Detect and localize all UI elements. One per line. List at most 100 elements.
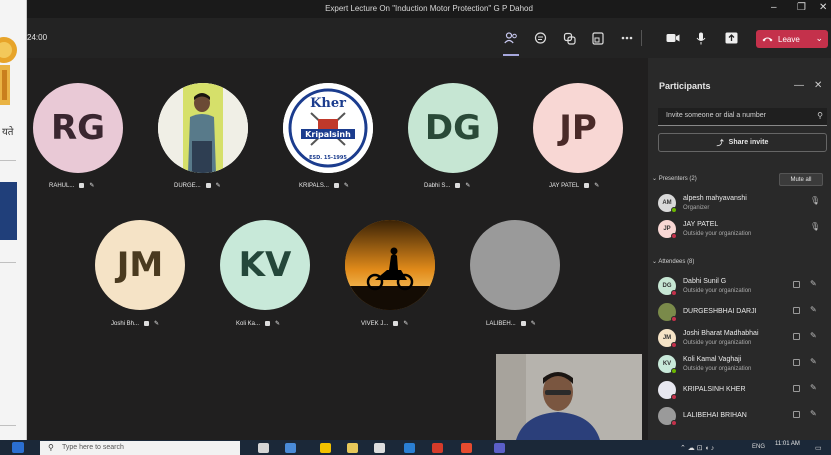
participant-row[interactable]: LALIBEHAI BRIHAN ✎: [658, 405, 828, 431]
self-video-preview[interactable]: [496, 354, 642, 440]
mic-muted-icon[interactable]: ✎: [810, 279, 817, 288]
camera-off-icon: [455, 183, 461, 188]
share-invite-button[interactable]: ⤴ Share invite: [658, 133, 827, 152]
participant-name: Joshi Bh...: [111, 320, 140, 327]
mic-muted-icon[interactable]: ✎: [810, 331, 817, 340]
presence-dot: [671, 342, 677, 348]
title-bar: Expert Lecture On "Induction Motor Prote…: [27, 0, 831, 18]
mic-icon[interactable]: [691, 28, 711, 48]
invite-input[interactable]: Invite someone or dial a number ⚲: [658, 108, 827, 126]
participant-tile-label: DURGE... ✎: [174, 182, 221, 190]
windows-start-icon[interactable]: [12, 442, 24, 453]
participant-tile[interactable]: [158, 83, 248, 173]
attendees-header[interactable]: ⌄ Attendees (8): [652, 258, 694, 265]
participant-row[interactable]: KV Koli Kamal Vaghaji Outside your organiz…: [658, 353, 828, 379]
close-icon[interactable]: ✕: [814, 80, 822, 91]
mic-muted-icon: ✎: [215, 183, 221, 189]
camera-off-icon: [144, 321, 150, 326]
mic-muted-icon: ✎: [89, 183, 95, 189]
chevron-down-icon[interactable]: ⌄: [815, 33, 823, 44]
share-icon[interactable]: [721, 28, 741, 48]
camera-off-icon: [584, 183, 590, 188]
screen: यते Expert Lecture On "Induction Motor P…: [0, 0, 831, 455]
notification-icon[interactable]: ▭: [815, 444, 822, 452]
camera-off-icon: [793, 281, 800, 288]
mute-all-button[interactable]: Mute all: [779, 173, 823, 186]
leave-button[interactable]: Leave ⌄: [756, 30, 828, 48]
taskbar-search-placeholder: Type here to search: [62, 444, 124, 451]
participant-initials: RG: [50, 108, 106, 148]
mic-muted-icon[interactable]: ✎: [810, 383, 817, 392]
mic-muted-icon[interactable]: ✎: [810, 305, 817, 314]
presence-dot: [671, 394, 677, 400]
participant-photo: [158, 83, 248, 173]
svg-text:Kher: Kher: [310, 96, 346, 111]
tray-icons[interactable]: ⌃ ☁ ⊡ ◖ ♪: [680, 444, 714, 452]
background-app-text: यते: [2, 127, 14, 138]
participant-row[interactable]: JP JAY PATEL Outside your organization 🎙: [658, 218, 828, 244]
teams-icon[interactable]: [494, 443, 505, 453]
participant-tile[interactable]: RG: [33, 83, 123, 173]
participant-name: DURGE...: [174, 182, 201, 189]
file-explorer-icon[interactable]: [320, 443, 331, 453]
mic-muted-icon: ✎: [530, 321, 536, 327]
rooms-icon[interactable]: [588, 28, 608, 48]
mic-muted-icon: ✎: [343, 183, 349, 189]
mic-icon[interactable]: 🎙: [810, 196, 820, 205]
camera-off-icon: [793, 307, 800, 314]
task-view-icon[interactable]: [258, 443, 269, 453]
more-icon[interactable]: [617, 28, 637, 48]
mic-muted-icon[interactable]: ✎: [810, 357, 817, 366]
chrome-icon[interactable]: [461, 443, 472, 453]
camera-icon[interactable]: [663, 28, 683, 48]
maximize-button[interactable]: ❐: [797, 2, 806, 13]
participant-initials: JP: [559, 108, 597, 148]
presenters-header[interactable]: ⌄ Presenters (2): [652, 175, 697, 182]
minimize-button[interactable]: –: [771, 2, 777, 13]
participant-row-name: Koli Kamal Vaghaji: [683, 356, 742, 363]
mic-icon[interactable]: 🎙: [810, 222, 820, 231]
popout-icon[interactable]: —: [794, 80, 804, 91]
participant-name: JAY PATEL: [549, 182, 580, 189]
people-icon[interactable]: [501, 28, 521, 48]
participant-row[interactable]: KRIPALSINH KHER ✎: [658, 379, 828, 405]
presence-dot: [671, 420, 677, 426]
participant-tile[interactable]: KV: [220, 220, 310, 310]
self-video-person: [496, 354, 642, 440]
participant-tile[interactable]: Kher Kripalsinh ESD. 15-1995: [283, 83, 373, 173]
divider: [0, 425, 16, 426]
meeting-toolbar: 24:00 Leave ⌄: [27, 18, 831, 58]
reactions-icon[interactable]: [559, 28, 579, 48]
participant-tile-label: Koli Ka... ✎: [236, 320, 280, 328]
participant-tile[interactable]: DG: [408, 83, 498, 173]
participant-row-name: LALIBEHAI BRIHAN: [683, 412, 747, 419]
participant-row[interactable]: AM alpesh mahyavanshi Organizer 🎙: [658, 192, 828, 218]
participant-tile[interactable]: [345, 220, 435, 310]
camera-off-icon: [393, 321, 399, 326]
share-link-icon: ⤴: [716, 139, 724, 147]
participant-row-subtitle: Outside your organization: [683, 231, 752, 237]
chat-icon[interactable]: [530, 28, 550, 48]
participant-row-name: alpesh mahyavanshi: [683, 195, 747, 202]
mic-muted-icon[interactable]: ✎: [810, 409, 817, 418]
divider: [0, 262, 16, 263]
taskbar-clock[interactable]: 11:01 AM: [775, 441, 800, 448]
camera-off-icon: [793, 359, 800, 366]
participant-row[interactable]: JM Joshi Bharat Madhabhai Outside your org…: [658, 327, 828, 353]
mail-icon[interactable]: [404, 443, 415, 453]
participant-tile[interactable]: [470, 220, 560, 310]
participant-row-name: Joshi Bharat Madhabhai: [683, 330, 759, 337]
language-indicator[interactable]: ENG: [752, 444, 765, 450]
participant-row[interactable]: DURGESHBHAI DARJI ✎: [658, 301, 828, 327]
camera-off-icon: [793, 385, 800, 392]
participant-tile[interactable]: JM: [95, 220, 185, 310]
participant-tile[interactable]: JP: [533, 83, 623, 173]
store-icon[interactable]: [374, 443, 385, 453]
participant-row[interactable]: DG Dabhi Sunil G Outside your organization…: [658, 275, 828, 301]
close-button[interactable]: ✕: [819, 2, 827, 13]
browser-icon[interactable]: [285, 443, 296, 453]
office-icon[interactable]: [432, 443, 443, 453]
video-stage: RG RAHUL... ✎ DURGE... ✎ Kher Kripalsinh ESD. 1…: [27, 58, 648, 440]
taskbar-search-input[interactable]: ⚲ Type here to search: [40, 441, 240, 455]
folder-icon[interactable]: [347, 443, 358, 453]
